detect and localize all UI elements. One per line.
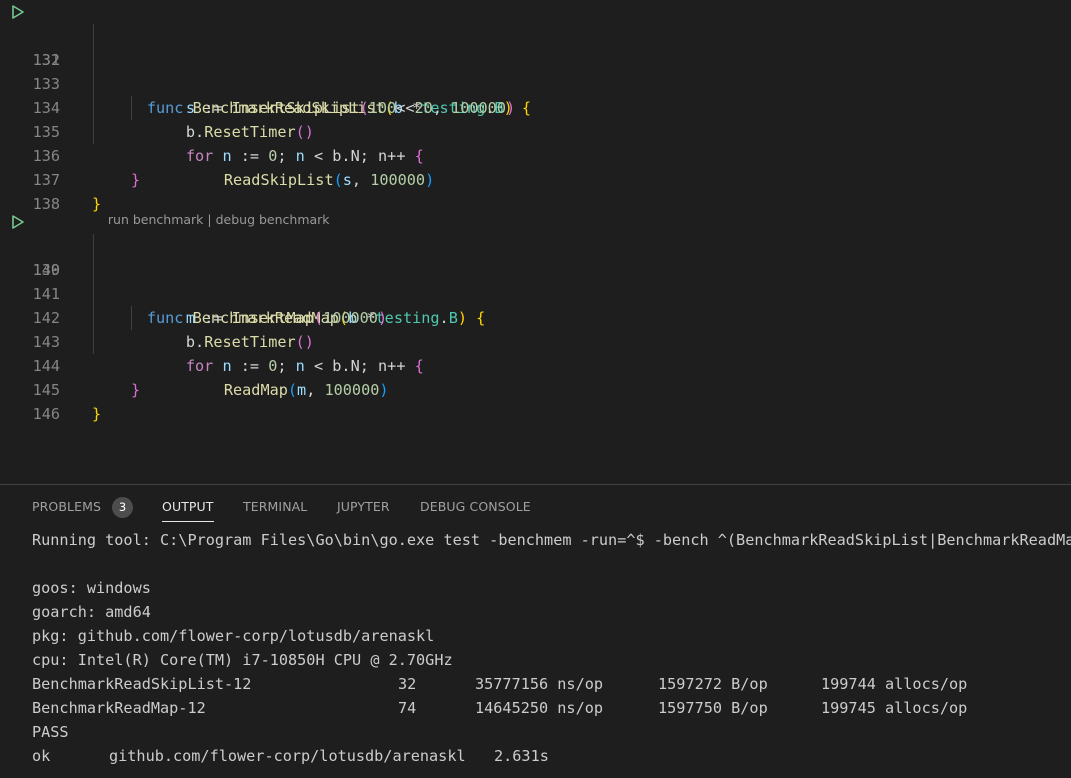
benchmark-iterations: 32 (398, 675, 417, 693)
line-number: 146 (32, 405, 60, 423)
tab-debug-console[interactable]: DEBUG CONSOLE (420, 499, 531, 514)
code-line[interactable]: 143 ReadMap(m, 100000) (0, 306, 1071, 399)
benchmark-name: BenchmarkReadSkipList-12 (32, 675, 252, 693)
benchmark-ns-op: 35777156 ns/op (475, 675, 604, 693)
code-line[interactable]: 134 for n := 0; n < b.N; n++ { (0, 72, 1071, 165)
tab-problems[interactable]: PROBLEMS (32, 499, 101, 514)
benchmark-ns-op: 14645250 ns/op (475, 699, 604, 717)
code-line[interactable]: 133 b.ResetTimer() (0, 48, 1071, 141)
code-line[interactable]: 145 } (0, 354, 1071, 423)
code-line[interactable]: 131 func BenchmarkReadSkipList(b *testin… (0, 0, 1071, 117)
output-line-cpu: cpu: Intel(R) Core(TM) i7-10850H CPU @ 2… (32, 651, 453, 669)
run-test-icon[interactable] (11, 5, 25, 19)
output-line-goarch: goarch: amd64 (32, 603, 151, 621)
ok-status: ok (32, 747, 51, 765)
output-line-running: Running tool: C:\Program Files\Go\bin\go… (32, 531, 1071, 549)
benchmark-bytes-op: 1597750 B/op (658, 699, 768, 717)
problems-count-badge: 3 (112, 497, 133, 518)
benchmark-result-row: BenchmarkReadMap-12 74 14645250 ns/op 15… (32, 696, 1071, 720)
benchmark-bytes-op: 1597272 B/op (658, 675, 768, 693)
code-line[interactable]: 140 m := InsertMap(100000) (0, 234, 1071, 327)
output-line-pass: PASS (32, 723, 69, 741)
panel-tabs: PROBLEMS 3 OUTPUT TERMINAL JUPYTER DEBUG… (0, 485, 1071, 523)
tab-jupyter[interactable]: JUPYTER (337, 499, 390, 514)
code-line[interactable]: 141 b.ResetTimer() (0, 258, 1071, 351)
code-line[interactable]: 132 s := InsertSkipList(100<<20, 100000) (0, 24, 1071, 117)
tab-terminal[interactable]: TERMINAL (243, 499, 307, 514)
code-line[interactable]: 146 (0, 378, 1071, 423)
code-line[interactable]: 136 } (0, 120, 1071, 189)
code-line[interactable]: 144 } (0, 330, 1071, 399)
run-test-icon[interactable] (11, 215, 25, 229)
code-editor[interactable]: 131 func BenchmarkReadSkipList(b *testin… (0, 0, 1071, 484)
ok-package: github.com/flower-corp/lotusdb/arenaskl (109, 747, 466, 765)
active-tab-underline (162, 521, 214, 522)
output-line-ok: ok github.com/flower-corp/lotusdb/arenas… (32, 744, 1071, 768)
benchmark-allocs-op: 199745 allocs/op (821, 699, 968, 717)
benchmark-name: BenchmarkReadMap-12 (32, 699, 206, 717)
tab-output[interactable]: OUTPUT (162, 499, 214, 522)
benchmark-allocs-op: 199744 allocs/op (821, 675, 968, 693)
code-line[interactable]: 135 ReadSkipList(s, 100000) (0, 96, 1071, 189)
code-line[interactable]: 137 } (0, 144, 1071, 213)
benchmark-result-row: BenchmarkReadSkipList-12 32 35777156 ns/… (32, 672, 1071, 696)
output-line-goos: goos: windows (32, 579, 151, 597)
code-line[interactable]: 138 (0, 168, 1071, 213)
bottom-panel: PROBLEMS 3 OUTPUT TERMINAL JUPYTER DEBUG… (0, 484, 1071, 778)
benchmark-iterations: 74 (398, 699, 417, 717)
output-line-pkg: pkg: github.com/flower-corp/lotusdb/aren… (32, 627, 435, 645)
code-line[interactable]: 142 for n := 0; n < b.N; n++ { (0, 282, 1071, 375)
ok-duration: 2.631s (494, 747, 549, 765)
code-line[interactable]: 139 func BenchmarkReadMap(b *testing.B) … (0, 210, 1071, 327)
